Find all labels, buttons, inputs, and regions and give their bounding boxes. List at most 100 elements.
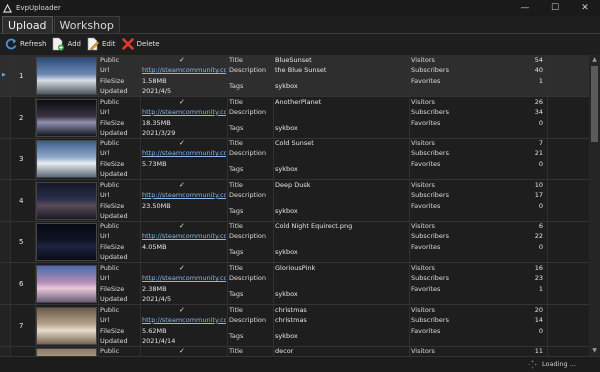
table-row[interactable]: Public✓UrlFileSizeUpdatedTitledecorDescr… [0, 346, 589, 356]
edit-button[interactable]: Edit [86, 34, 116, 54]
status-text: Loading ... [542, 360, 576, 368]
thumbnail-image [36, 98, 97, 137]
toolbar: Refresh Add Edit Delete [0, 34, 600, 54]
filesize-value: 18.35MB [142, 118, 171, 127]
column-divider [547, 55, 548, 96]
maximize-button[interactable]: ☐ [540, 0, 570, 16]
column-divider [547, 179, 548, 221]
tab-bar: Upload Workshop [0, 16, 600, 34]
updated-label: Updated [100, 295, 128, 303]
upload-grid[interactable]: ▶ 1 Public ✓ Url http://steamcommunity.com...… [0, 55, 600, 356]
updated-label: Updated [100, 87, 128, 95]
column-divider [98, 55, 99, 96]
column-divider [227, 221, 228, 263]
column-divider [140, 221, 141, 263]
description-label: Description [229, 315, 267, 324]
url-link[interactable]: http://steamcommunity.com... [142, 190, 226, 200]
column-divider [140, 55, 141, 96]
thumbnail-image [36, 306, 97, 345]
tags-value: sykbox [275, 82, 298, 90]
public-checkbox[interactable]: ✓ [179, 346, 185, 356]
column-divider [409, 96, 410, 138]
favorites-label: Favorites [411, 285, 441, 293]
delete-label: Delete [136, 40, 160, 48]
table-row[interactable]: 2 Public ✓ Url http://steamcommunity.com... F… [0, 96, 589, 139]
column-divider [409, 221, 410, 263]
add-label: Add [67, 40, 81, 48]
column-divider [140, 138, 141, 180]
tab-upload[interactable]: Upload [2, 16, 53, 33]
table-row[interactable]: ▶ 1 Public ✓ Url http://steamcommunity.com...… [0, 55, 589, 97]
table-row[interactable]: 4 Public ✓ Url http://steamcommunity.com... F… [0, 179, 589, 222]
scroll-down-icon[interactable]: ▼ [589, 346, 600, 356]
url-link[interactable]: http://steamcommunity.com... [142, 315, 226, 325]
column-divider [273, 96, 274, 138]
tags-value: sykbox [275, 290, 298, 298]
url-link[interactable]: http://steamcommunity.com... [142, 148, 226, 158]
scrollbar-thumb[interactable] [591, 66, 598, 142]
public-checkbox[interactable]: ✓ [179, 221, 185, 231]
tags-value: sykbox [275, 123, 298, 132]
tags-label: Tags [229, 165, 244, 174]
url-label: Url [100, 232, 110, 241]
tags-label: Tags [229, 248, 244, 257]
vertical-scrollbar[interactable]: ▲ ▼ [589, 55, 600, 356]
description-value [275, 273, 407, 283]
description-label: Description [229, 149, 267, 158]
minimize-button[interactable]: — [510, 0, 540, 16]
public-checkbox[interactable]: ✓ [179, 180, 185, 190]
filesize-value: 5.73MB [142, 160, 167, 169]
public-checkbox[interactable]: ✓ [179, 138, 185, 148]
public-label: Public [100, 305, 120, 314]
public-checkbox[interactable]: ✓ [179, 305, 185, 315]
subscribers-value: 40 [534, 66, 543, 74]
column-divider [227, 179, 228, 221]
filesize-label: FileSize [100, 201, 125, 210]
thumbnail-image [36, 140, 97, 179]
public-label: Public [100, 97, 120, 106]
add-button[interactable]: Add [51, 34, 81, 54]
favorites-label: Favorites [411, 326, 441, 335]
filesize-label: FileSize [100, 243, 125, 252]
column-divider [273, 346, 274, 356]
scroll-up-icon[interactable]: ▲ [589, 55, 600, 65]
title-label: Title [229, 97, 243, 106]
table-row[interactable]: 3 Public ✓ Url http://steamcommunity.com... F… [0, 138, 589, 181]
close-button[interactable]: ✕ [570, 0, 600, 16]
description-label: Description [229, 274, 267, 282]
public-checkbox[interactable]: ✓ [179, 263, 185, 273]
tab-workshop[interactable]: Workshop [53, 16, 120, 33]
column-divider [140, 179, 141, 221]
refresh-button[interactable]: Refresh [4, 34, 46, 54]
tags-label: Tags [229, 82, 244, 90]
title-value: GloriousPink [275, 264, 316, 272]
visitors-label: Visitors [411, 97, 435, 106]
favorites-label: Favorites [411, 160, 441, 169]
column-divider [98, 96, 99, 138]
url-link[interactable]: http://steamcommunity.com... [142, 273, 226, 283]
public-label: Public [100, 56, 120, 64]
url-link[interactable]: http://steamcommunity.com... [142, 231, 226, 241]
table-row[interactable]: 5 Public ✓ Url http://steamcommunity.com... F… [0, 221, 589, 264]
filesize-value: 5.62MB [142, 326, 167, 335]
column-divider [227, 138, 228, 180]
tags-label: Tags [229, 206, 244, 215]
visitors-label: Visitors [411, 305, 435, 314]
public-checkbox[interactable]: ✓ [179, 55, 185, 65]
url-link[interactable]: http://steamcommunity.com... [142, 65, 226, 75]
column-divider [547, 138, 548, 180]
visitors-value: 10 [534, 180, 543, 189]
column-divider [227, 96, 228, 138]
table-row[interactable]: 7 Public ✓ Url http://steamcommunity.com... F… [0, 304, 589, 347]
delete-button[interactable]: Delete [121, 34, 160, 54]
column-divider [98, 138, 99, 180]
column-divider [98, 263, 99, 304]
row-number: 2 [19, 113, 24, 122]
public-checkbox[interactable]: ✓ [179, 97, 185, 107]
column-divider [98, 179, 99, 221]
title-label: Title [229, 347, 243, 356]
url-link[interactable]: http://steamcommunity.com... [142, 107, 226, 117]
column-divider [140, 304, 141, 346]
table-row[interactable]: 6 Public ✓ Url http://steamcommunity.com... F… [0, 263, 589, 305]
url-label: Url [100, 315, 110, 324]
